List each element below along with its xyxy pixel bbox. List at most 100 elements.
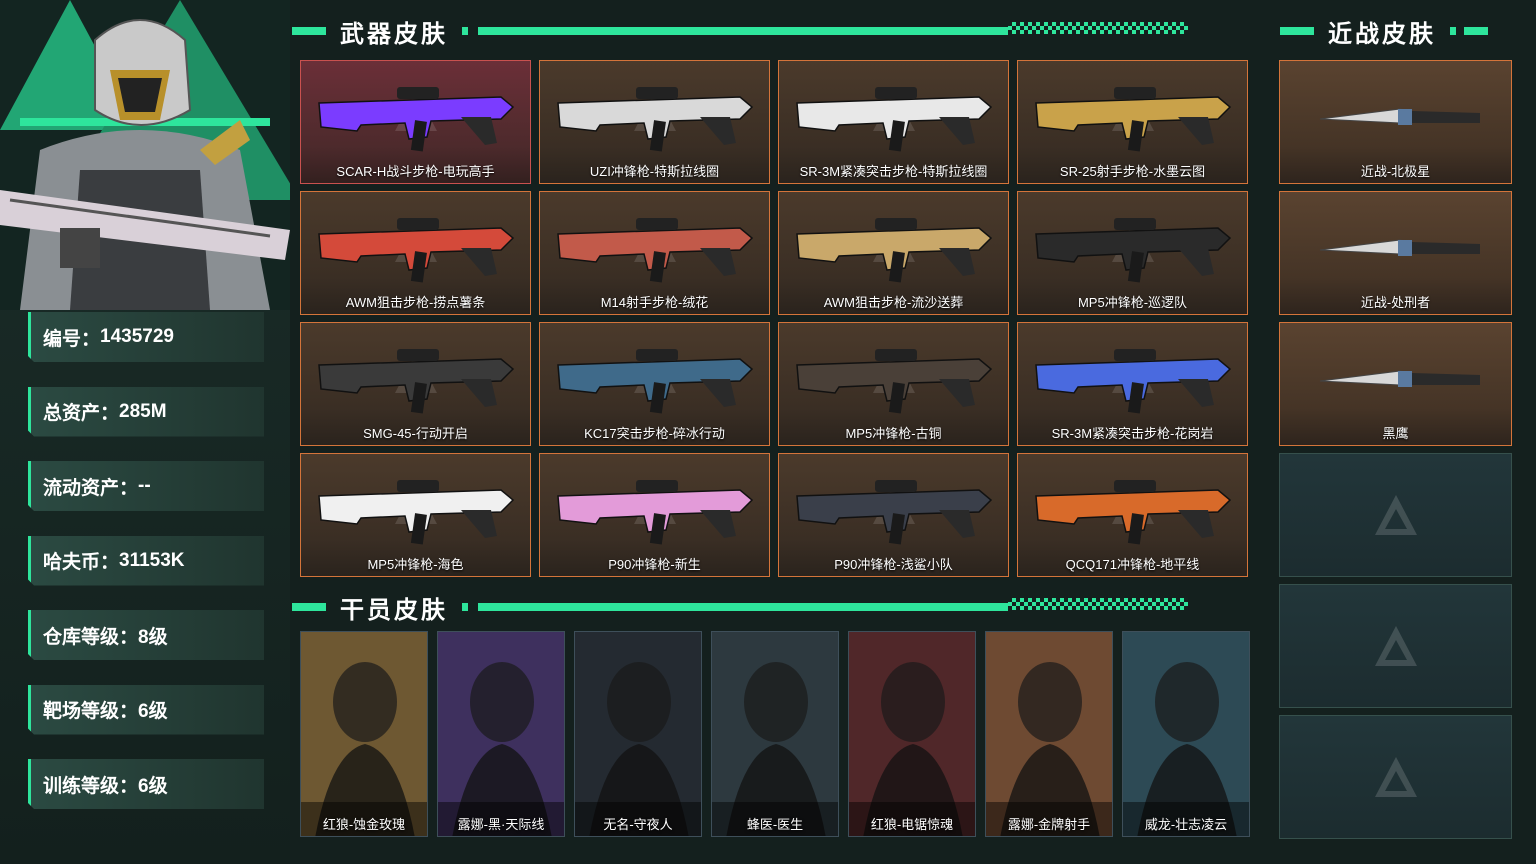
stat-row: 编号： 1435729 <box>28 312 264 362</box>
melee-empty-slot[interactable] <box>1279 453 1512 577</box>
weapon-image <box>1035 87 1232 152</box>
weapon-image <box>796 480 993 545</box>
weapon-skin-name: SCAR-H战斗步枪-电玩高手 <box>336 164 495 179</box>
weapon-image <box>557 480 754 545</box>
weapon-section-header: 武器皮肤 <box>292 16 1250 48</box>
weapon-skin-card[interactable]: SMG-45-行动开启 <box>300 322 531 446</box>
operator-skin-name: 红狼-电锯惊魂 <box>870 817 954 832</box>
stat-label: 流动资产： <box>43 477 139 499</box>
operator-skin-card[interactable]: 红狼-电锯惊魂 <box>848 631 976 837</box>
weapon-image <box>318 480 515 545</box>
melee-section-header: 近战皮肤 <box>1280 16 1512 48</box>
weapon-image <box>1035 349 1232 414</box>
stat-row: 哈夫币： 31153K <box>28 536 264 586</box>
weapon-skin-card[interactable]: UZI冲锋枪-特斯拉线圈 <box>539 60 770 184</box>
melee-skin-name: 黑鹰 <box>1382 426 1409 441</box>
weapon-skin-name: P90冲锋枪-浅鲨小队 <box>834 557 953 572</box>
stat-value: 6级 <box>138 775 168 797</box>
weapon-image <box>1035 480 1232 545</box>
weapon-skin-name: SR-25射手步枪-水墨云图 <box>1059 164 1206 179</box>
operator-figure-icon <box>0 19 290 310</box>
stat-value: 31153K <box>119 549 185 571</box>
knife-image <box>1319 239 1480 256</box>
weapon-image <box>557 218 754 283</box>
weapon-skin-card[interactable]: MP5冲锋枪-巡逻队 <box>1017 191 1248 315</box>
operator-section-title: 干员皮肤 <box>340 596 448 624</box>
operator-skin-card[interactable]: 露娜-金牌射手 <box>985 631 1113 837</box>
weapon-skin-card[interactable]: SCAR-H战斗步枪-电玩高手 <box>300 60 531 184</box>
weapon-image <box>557 87 754 152</box>
weapon-skin-card[interactable]: AWM狙击步枪-流沙送葬 <box>778 191 1009 315</box>
operator-skin-card[interactable]: 无名-守夜人 <box>574 631 702 837</box>
stat-label: 训练等级： <box>43 775 139 797</box>
weapon-skin-card[interactable]: QCQ171冲锋枪-地平线 <box>1017 453 1248 577</box>
weapon-skin-card[interactable]: MP5冲锋枪-古铜 <box>778 322 1009 446</box>
operator-skin-card[interactable]: 露娜-黑·天际线 <box>437 631 565 837</box>
operator-skin-name: 露娜-黑·天际线 <box>457 817 545 832</box>
stat-row: 靶场等级： 6级 <box>28 685 264 735</box>
stat-value: 6级 <box>138 701 168 722</box>
operator-skin-card[interactable]: 红狼-蚀金玫瑰 <box>300 631 428 837</box>
weapon-skin-card[interactable]: SR-3M紧凑突击步枪-特斯拉线圈 <box>778 60 1009 184</box>
weapon-skin-card[interactable]: SR-3M紧凑突击步枪-花岗岩 <box>1017 322 1248 446</box>
weapon-skin-name: UZI冲锋枪-特斯拉线圈 <box>589 164 720 179</box>
operator-portrait <box>849 632 975 836</box>
operator-portrait <box>986 632 1112 836</box>
operator-portrait <box>712 632 838 836</box>
knife-image <box>1319 370 1480 387</box>
weapon-image <box>796 349 993 414</box>
stat-label: 编号： <box>43 328 101 350</box>
weapon-skin-name: QCQ171冲锋枪-地平线 <box>1065 557 1200 572</box>
weapon-image <box>318 87 515 152</box>
weapon-skin-card[interactable]: P90冲锋枪-浅鲨小队 <box>778 453 1009 577</box>
operator-skin-name: 威龙-壮志凌云 <box>1144 817 1228 832</box>
weapon-skin-name: SR-3M紧凑突击步枪-花岗岩 <box>1051 426 1214 441</box>
stats-list: 编号： 1435729 总资产： 285M 流动资产： -- 哈夫币： 31153K 仓库等级：… <box>28 312 264 834</box>
weapon-skin-card[interactable]: P90冲锋枪-新生 <box>539 453 770 577</box>
melee-empty-slot[interactable] <box>1279 715 1512 839</box>
weapon-skin-name: KC17突击步枪-碎冰行动 <box>584 426 725 441</box>
stat-label: 靶场等级： <box>43 701 139 722</box>
weapon-image <box>796 87 993 152</box>
melee-skin-card[interactable]: 近战-北极星 <box>1279 60 1512 184</box>
operator-portrait <box>575 632 701 836</box>
weapon-skin-card[interactable]: MP5冲锋枪-海色 <box>300 453 531 577</box>
stat-value: 1435729 <box>100 326 174 347</box>
weapon-section-title: 武器皮肤 <box>340 20 448 48</box>
stat-label: 总资产： <box>43 403 120 424</box>
weapon-skin-name: P90冲锋枪-新生 <box>608 557 701 572</box>
stat-label: 仓库等级： <box>43 626 139 648</box>
operator-portrait <box>301 632 427 836</box>
weapon-skin-card[interactable]: AWM狙击步枪-捞点薯条 <box>300 191 531 315</box>
stat-row: 流动资产： -- <box>28 461 264 511</box>
operator-skin-card[interactable]: 蜂医-医生 <box>711 631 839 837</box>
weapon-image <box>796 218 993 283</box>
operator-skin-card[interactable]: 威龙-壮志凌云 <box>1122 631 1250 837</box>
weapon-skin-card[interactable]: SR-25射手步枪-水墨云图 <box>1017 60 1248 184</box>
weapon-skin-name: AWM狙击步枪-流沙送葬 <box>823 295 964 310</box>
melee-skin-name: 近战-北极星 <box>1360 164 1431 179</box>
melee-skin-name: 近战-处刑者 <box>1360 295 1431 310</box>
weapon-skin-card[interactable]: M14射手步枪-绒花 <box>539 191 770 315</box>
weapon-image <box>318 218 515 283</box>
stat-value: -- <box>138 475 151 496</box>
stat-value: 285M <box>119 400 167 422</box>
melee-empty-slot[interactable] <box>1279 584 1512 708</box>
watermark-icon <box>1375 495 1417 535</box>
operator-section-header: 干员皮肤 <box>292 592 1250 624</box>
weapon-skin-name: MP5冲锋枪-海色 <box>367 557 464 572</box>
weapon-image <box>1035 218 1232 283</box>
stat-row: 仓库等级： 8级 <box>28 610 264 660</box>
stat-label: 哈夫币： <box>43 552 120 573</box>
melee-skin-card[interactable]: 近战-处刑者 <box>1279 191 1512 315</box>
stat-row: 总资产： 285M <box>28 387 264 437</box>
operator-portrait <box>0 0 290 310</box>
weapon-image <box>557 349 754 414</box>
operator-portrait <box>1123 632 1249 836</box>
watermark-icon <box>1375 757 1417 797</box>
watermark-icon <box>1375 626 1417 666</box>
melee-section-title: 近战皮肤 <box>1328 20 1436 48</box>
weapon-skin-card[interactable]: KC17突击步枪-碎冰行动 <box>539 322 770 446</box>
melee-skin-card[interactable]: 黑鹰 <box>1279 322 1512 446</box>
weapon-skin-name: AWM狙击步枪-捞点薯条 <box>345 295 486 310</box>
